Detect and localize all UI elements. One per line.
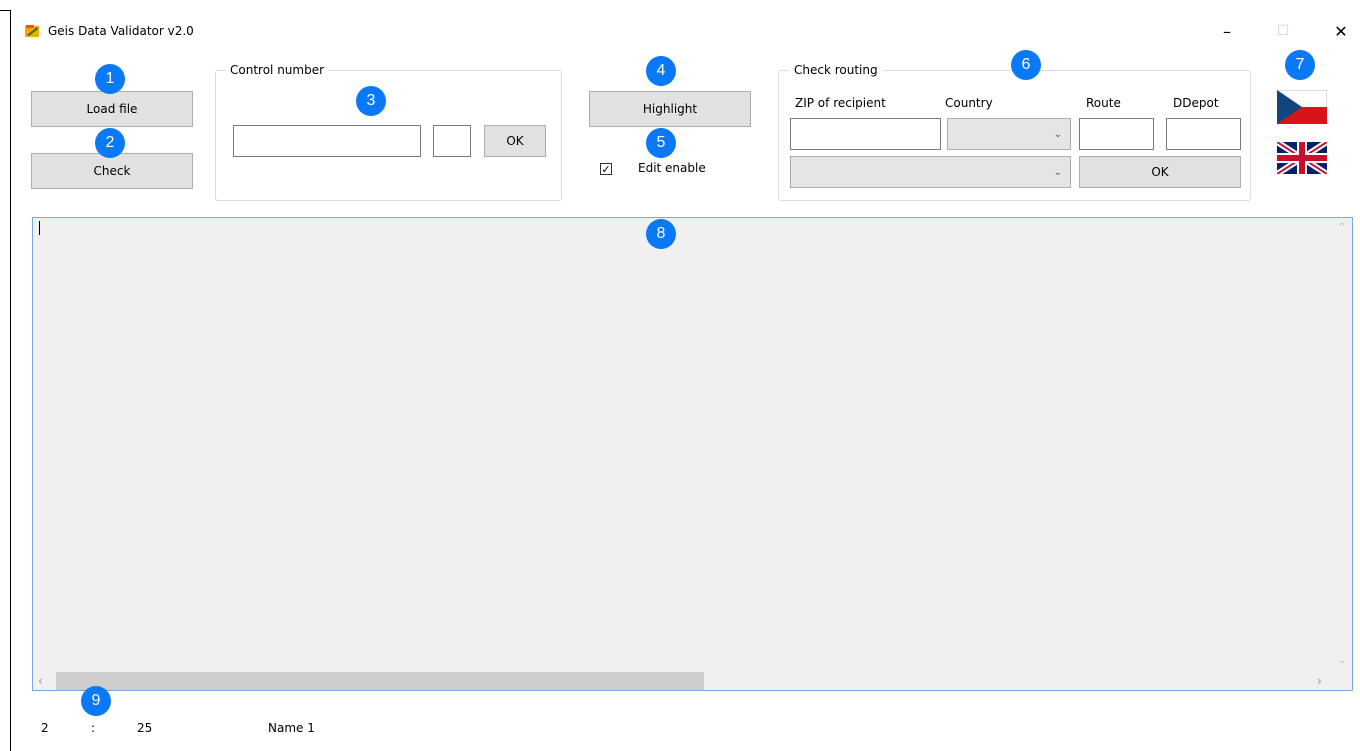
zip-input[interactable]: [790, 118, 941, 150]
check-button[interactable]: Check: [31, 153, 193, 189]
scroll-down-icon[interactable]: ⌄: [1338, 655, 1346, 666]
country-dropdown[interactable]: ⌄: [947, 118, 1071, 150]
scroll-right-icon[interactable]: ›: [1317, 674, 1322, 688]
control-number-ok-button[interactable]: OK: [484, 125, 546, 157]
status-line-number: 2: [41, 721, 49, 735]
country-column-label: Country: [945, 96, 993, 110]
check-digit-input[interactable]: [433, 125, 471, 157]
callout-badge: 7: [1285, 50, 1315, 80]
chevron-down-icon: ⌄: [1053, 166, 1062, 178]
maximize-icon: ☐: [1276, 23, 1290, 39]
status-column-number: 25: [137, 721, 153, 735]
callout-badge: 6: [1011, 50, 1041, 80]
callout-badge: 1: [95, 64, 125, 94]
route-input[interactable]: [1079, 118, 1154, 150]
app-icon: [25, 25, 39, 37]
text-caret: [39, 221, 40, 235]
highlight-button[interactable]: Highlight: [589, 91, 751, 127]
check-routing-label: Check routing: [790, 63, 882, 77]
status-separator: :: [91, 721, 96, 735]
callout-badge: 2: [95, 128, 125, 158]
status-name: Name 1: [268, 721, 315, 735]
depot-dropdown[interactable]: ⌄: [790, 156, 1071, 188]
data-editor[interactable]: [32, 217, 1353, 691]
horizontal-scroll-thumb[interactable]: [56, 672, 704, 690]
load-file-button[interactable]: Load file: [31, 91, 193, 127]
callout-badge: 8: [646, 219, 676, 249]
routing-ok-button[interactable]: OK: [1079, 156, 1241, 188]
chevron-down-icon: ⌄: [1053, 128, 1062, 140]
control-number-label: Control number: [226, 63, 329, 77]
ddepot-column-label: DDepot: [1173, 96, 1219, 110]
callout-badge: 5: [646, 128, 676, 158]
window-title: Geis Data Validator v2.0: [48, 24, 194, 38]
edit-enable-checkbox[interactable]: ✓: [600, 163, 612, 175]
edit-enable-label: Edit enable: [638, 161, 706, 175]
scroll-up-icon[interactable]: ^: [1338, 222, 1346, 233]
callout-badge: 4: [646, 56, 676, 86]
callout-badge: 9: [81, 686, 111, 716]
zip-column-label: ZIP of recipient: [795, 96, 886, 110]
route-column-label: Route: [1086, 96, 1121, 110]
control-number-input[interactable]: [233, 125, 421, 157]
ddepot-input[interactable]: [1166, 118, 1241, 150]
callout-badge: 3: [356, 86, 386, 116]
minimize-icon[interactable]: –: [1210, 18, 1244, 44]
czech-flag-icon[interactable]: [1277, 90, 1327, 124]
close-icon[interactable]: ✕: [1324, 18, 1358, 44]
scroll-left-icon[interactable]: ‹: [38, 674, 43, 688]
uk-flag-icon[interactable]: [1277, 142, 1327, 174]
